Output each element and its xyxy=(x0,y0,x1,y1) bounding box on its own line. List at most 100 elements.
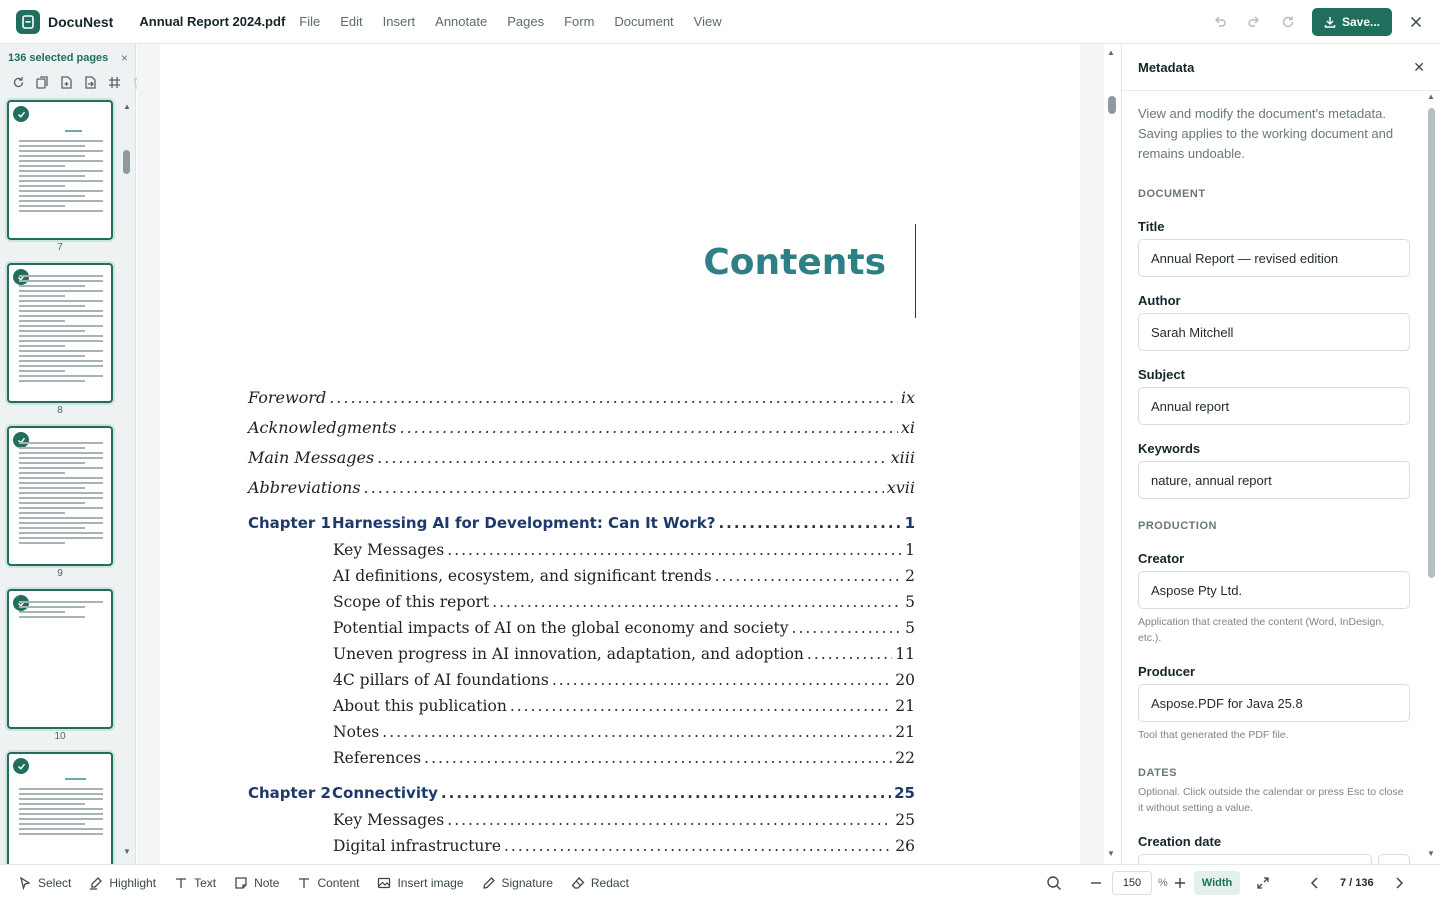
page-navigation: 7 / 136 xyxy=(1310,865,1404,900)
toc-entry[interactable]: AI definitions, ecosystem, and significa… xyxy=(333,567,915,585)
creation-date-label: Creation date xyxy=(1138,834,1222,849)
toc-entry[interactable]: References22 xyxy=(333,749,915,767)
thumbnail-panel: 136 selected pages × 7 8 9 10 ▲ ▼ xyxy=(0,44,143,892)
toc-entry[interactable]: Potential impacts of AI on the global ec… xyxy=(333,619,915,637)
menu-edit[interactable]: Edit xyxy=(340,14,362,29)
pen-icon xyxy=(482,876,495,889)
close-icon[interactable] xyxy=(1404,10,1428,34)
scroll-down-icon[interactable]: ▼ xyxy=(1107,849,1115,858)
menu-pages[interactable]: Pages xyxy=(507,14,544,29)
toc-entry[interactable]: Key Messages1 xyxy=(333,541,915,559)
toc-entry[interactable]: Key Messages25 xyxy=(333,811,915,829)
top-actions: Save... xyxy=(1208,0,1440,44)
menu-insert[interactable]: Insert xyxy=(383,14,416,29)
document-page: Contents Forewordix Acknowledgmentsxi Ma… xyxy=(160,44,1080,864)
keywords-label: Keywords xyxy=(1138,441,1201,456)
eraser-icon xyxy=(571,876,585,889)
fit-width-button[interactable]: Width xyxy=(1193,871,1241,895)
save-label: Save... xyxy=(1341,15,1380,29)
scroll-up-icon[interactable]: ▲ xyxy=(123,102,131,111)
menu-form[interactable]: Form xyxy=(564,14,594,29)
zoom-in-icon[interactable] xyxy=(1174,877,1186,889)
title-input[interactable] xyxy=(1138,239,1410,277)
save-button[interactable]: Save... xyxy=(1311,8,1392,36)
menu-bar: File Edit Insert Annotate Pages Form Doc… xyxy=(299,14,721,29)
redo-icon[interactable] xyxy=(1242,10,1266,34)
scroll-thumb[interactable] xyxy=(1428,108,1435,578)
keywords-input[interactable] xyxy=(1138,461,1410,499)
page-heading: Contents xyxy=(703,242,886,283)
thumbnail-scrollbar[interactable]: ▲ ▼ xyxy=(121,102,133,862)
search-icon[interactable] xyxy=(1046,875,1062,891)
metadata-scrollbar[interactable]: ▲ ▼ xyxy=(1425,92,1437,862)
chevron-left-icon[interactable] xyxy=(1310,877,1320,889)
toc-entry[interactable]: Acknowledgmentsxi xyxy=(248,418,915,437)
metadata-panel: Metadata ✕ View and modify the document'… xyxy=(1121,44,1440,864)
rotate-icon[interactable] xyxy=(10,74,26,90)
duplicate-icon[interactable] xyxy=(34,74,50,90)
scroll-up-icon[interactable]: ▲ xyxy=(1107,48,1115,57)
creator-input[interactable] xyxy=(1138,571,1410,609)
note-icon xyxy=(235,876,247,889)
document-scrollbar[interactable]: ▲ ▼ xyxy=(1104,44,1120,864)
toc-entry[interactable]: Forewordix xyxy=(248,388,915,407)
bottom-toolbar: Select Highlight Text Note Content Inser… xyxy=(0,864,1440,900)
tool-text[interactable]: Text xyxy=(174,876,216,890)
toc-entry[interactable]: About this publication21 xyxy=(333,697,915,715)
zoom-input[interactable] xyxy=(1112,871,1152,895)
tool-signature[interactable]: Signature xyxy=(482,876,553,890)
thumbnail-page-number: 10 xyxy=(54,731,66,742)
title-label: Title xyxy=(1138,219,1165,234)
creation-date-input[interactable] xyxy=(1138,854,1372,864)
tool-highlight[interactable]: Highlight xyxy=(89,876,156,890)
tool-content[interactable]: Content xyxy=(297,876,359,890)
tool-note[interactable]: Note xyxy=(234,876,279,890)
author-input[interactable] xyxy=(1138,313,1410,351)
grid-icon[interactable] xyxy=(106,74,122,90)
insert-page-icon[interactable] xyxy=(58,74,74,90)
zoom-out-icon[interactable] xyxy=(1090,877,1102,889)
scroll-up-icon[interactable]: ▲ xyxy=(1427,92,1435,101)
toc-chapter[interactable]: Chapter 2Connectivity25 xyxy=(248,784,915,802)
menu-annotate[interactable]: Annotate xyxy=(435,14,487,29)
brand[interactable]: DocuNest xyxy=(16,9,113,34)
toc-entry[interactable]: 4C pillars of AI foundations20 xyxy=(333,671,915,689)
subject-label: Subject xyxy=(1138,367,1185,382)
toc-entry[interactable]: Abbreviationsxvii xyxy=(248,478,915,497)
close-icon[interactable]: ✕ xyxy=(1413,59,1425,76)
thumbnail-page[interactable] xyxy=(7,426,113,566)
tool-insert-image[interactable]: Insert image xyxy=(377,876,464,890)
extract-page-icon[interactable] xyxy=(82,74,98,90)
scroll-thumb[interactable] xyxy=(123,150,130,174)
menu-document[interactable]: Document xyxy=(614,14,673,29)
undo-icon[interactable] xyxy=(1208,10,1232,34)
cursor-icon xyxy=(19,876,31,890)
scroll-down-icon[interactable]: ▼ xyxy=(1427,849,1435,858)
fullscreen-icon[interactable] xyxy=(1256,876,1270,890)
subject-input[interactable] xyxy=(1138,387,1410,425)
tool-redact[interactable]: Redact xyxy=(571,876,629,890)
panel-title: Metadata xyxy=(1138,59,1195,75)
clear-selection-icon[interactable]: × xyxy=(121,51,128,65)
menu-file[interactable]: File xyxy=(299,14,320,29)
tool-select[interactable]: Select xyxy=(18,876,71,890)
menu-view[interactable]: View xyxy=(694,14,722,29)
toc-entry[interactable]: Main Messagesxiii xyxy=(248,448,915,467)
thumbnail-page[interactable] xyxy=(7,263,113,403)
scroll-thumb[interactable] xyxy=(1108,96,1116,114)
calendar-button[interactable] xyxy=(1378,854,1410,864)
thumbnail-page[interactable] xyxy=(7,100,113,240)
toc-entry[interactable]: Notes21 xyxy=(333,723,915,741)
toc-entry[interactable]: Uneven progress in AI innovation, adapta… xyxy=(333,645,915,663)
toc-entry[interactable]: Digital infrastructure26 xyxy=(333,837,915,855)
toc-entry[interactable]: Scope of this report5 xyxy=(333,593,915,611)
toc-chapter[interactable]: Chapter 1Harnessing AI for Development: … xyxy=(248,514,915,532)
creator-help: Application that created the content (Wo… xyxy=(1138,616,1385,644)
refresh-icon[interactable] xyxy=(1276,10,1300,34)
producer-input[interactable] xyxy=(1138,684,1410,722)
chevron-right-icon[interactable] xyxy=(1394,877,1404,889)
thumbnail-page[interactable] xyxy=(7,589,113,729)
scroll-down-icon[interactable]: ▼ xyxy=(123,847,131,856)
author-label: Author xyxy=(1138,293,1181,308)
image-icon xyxy=(378,877,391,888)
